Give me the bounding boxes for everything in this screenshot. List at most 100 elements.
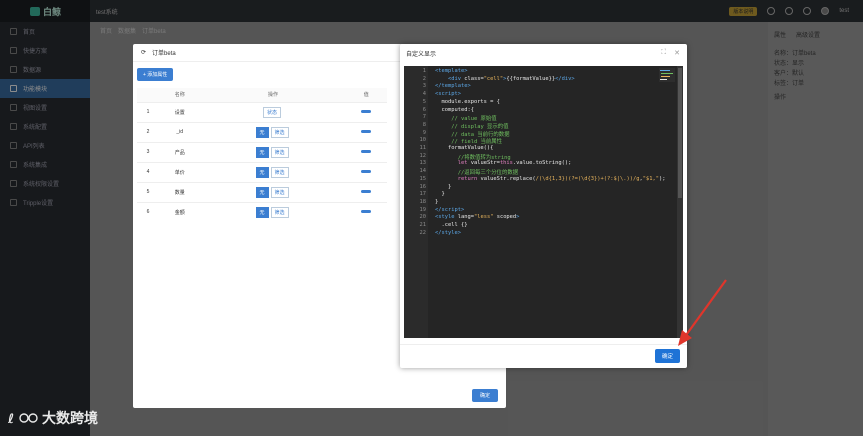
col-header: 操作 [200, 88, 346, 102]
row-number: 1 [137, 101, 159, 122]
row-actions: 无筛选 [200, 161, 346, 182]
code-line[interactable]: } [435, 199, 438, 205]
line-number: 18 [419, 198, 427, 205]
row-action-button[interactable]: 筛选 [270, 166, 289, 178]
row-toggle[interactable] [345, 121, 387, 142]
line-number: 1 [422, 68, 426, 74]
refresh-icon[interactable]: ⟳ [141, 49, 146, 56]
row-name: 设置 [159, 101, 201, 122]
line-number: 6 [422, 106, 426, 113]
dialog-footer [400, 344, 687, 368]
watermark: ℓ 大数跨境 [8, 408, 98, 428]
line-gutter: 1 2 3 4 5 6 7 8 9 10 11 12 13 14 15 16 17 18 19 20 21 22 [404, 66, 428, 338]
toggle[interactable] [361, 210, 372, 214]
line-number: 16 [419, 183, 427, 190]
row-action-button[interactable]: 无 [255, 146, 269, 158]
row-name: 单价 [159, 161, 201, 182]
col-header: 名称 [159, 88, 201, 102]
scroll-thumb[interactable] [678, 68, 682, 198]
table-row[interactable]: 4 单价无筛选 [137, 161, 387, 182]
row-actions: 无筛选 [200, 121, 346, 142]
code-editor[interactable]: 1 2 3 4 5 6 7 8 9 10 11 12 13 14 15 16 17 18 19 20 21 22 <tem… [404, 66, 683, 338]
row-toggle[interactable] [345, 101, 387, 122]
toggle[interactable] [361, 150, 372, 153]
toggle[interactable] [361, 130, 372, 133]
property-table: 名称 操作 值 1 设置 状态 2 _id 无筛选 3 产品无筛选 4 单价无筛选 5 数量无筛选 6 金… [137, 88, 387, 222]
minimap[interactable] [659, 68, 675, 82]
row-toggle[interactable] [345, 181, 387, 202]
confirm-button[interactable]: 确定 [654, 349, 680, 363]
confirm-button[interactable]: 确定 [471, 389, 498, 402]
row-toggle[interactable] [345, 141, 387, 162]
code-line[interactable]: formatValue(){ [435, 145, 493, 151]
row-name: 金额 [159, 201, 201, 222]
code-line[interactable]: </template> [435, 83, 471, 89]
toggle[interactable] [361, 170, 372, 173]
toggle[interactable] [361, 190, 372, 193]
row-action-button[interactable]: 无 [255, 206, 269, 218]
row-actions: 状态 [200, 101, 346, 122]
row-actions: 无筛选 [200, 141, 346, 162]
line-number: 13 [419, 160, 427, 167]
line-number: 15 [419, 175, 427, 182]
line-number: 7 [422, 114, 426, 121]
row-action-button[interactable]: 筛选 [270, 126, 289, 138]
line-number: 20 [419, 214, 427, 221]
line-number: 10 [419, 137, 427, 144]
line-number: 21 [419, 222, 427, 228]
col-header: 值 [345, 88, 387, 102]
row-action-button[interactable]: 筛选 [270, 146, 289, 158]
code-line[interactable]: } [435, 184, 451, 190]
svg-text:ℓ: ℓ [8, 412, 14, 426]
line-number: 8 [422, 121, 426, 128]
red-arrow-annotation [678, 279, 727, 346]
row-actions: 无筛选 [200, 201, 346, 222]
row-number: 2 [137, 121, 159, 142]
code-line[interactable]: <script> [435, 91, 461, 97]
close-icon[interactable]: ✕ [674, 49, 680, 57]
row-number: 4 [137, 161, 159, 182]
line-number: 5 [422, 98, 426, 105]
line-number: 3 [422, 83, 426, 90]
code-line[interactable]: <template> [435, 68, 467, 74]
toggle[interactable] [361, 110, 372, 113]
table-row[interactable]: 6 金额无筛选 [137, 201, 387, 222]
row-toggle[interactable] [345, 161, 387, 182]
code-line[interactable]: </style> [435, 230, 461, 236]
code-line[interactable]: .cell {} [435, 222, 467, 228]
code-line[interactable]: <style lang="less" scoped> [435, 214, 519, 220]
table-row[interactable]: 3 产品无筛选 [137, 141, 387, 162]
row-action-button[interactable]: 无 [255, 166, 269, 178]
line-number: 14 [419, 168, 427, 175]
line-number: 22 [419, 229, 427, 236]
row-number: 5 [137, 181, 159, 202]
row-number: 3 [137, 141, 159, 162]
add-property-button[interactable]: + 添加属性 [137, 68, 174, 81]
code-line[interactable]: </script> [435, 207, 464, 213]
col-header [137, 88, 159, 102]
row-action-button[interactable]: 筛选 [270, 206, 289, 218]
code-line[interactable]: <div class="cell">{{formatValue}}</div> [435, 76, 575, 82]
line-number: 4 [422, 91, 426, 98]
dialog-title: 订单beta [152, 51, 176, 57]
code-line[interactable]: computed:{ [435, 107, 473, 113]
code-line[interactable]: module.exports = { [435, 99, 499, 105]
table-row[interactable]: 1 设置 状态 [137, 101, 387, 122]
row-number: 6 [137, 201, 159, 222]
table-row[interactable]: 5 数量 无筛选 [137, 181, 387, 202]
line-number: 17 [419, 191, 427, 198]
row-name: 产品 [159, 141, 201, 162]
table-row[interactable]: 2 _id 无筛选 [137, 121, 387, 142]
maximize-icon[interactable]: ⛶ [661, 49, 666, 57]
row-action-button[interactable]: 无 [255, 186, 269, 198]
code-line[interactable]: } [435, 191, 444, 197]
row-action-button[interactable]: 无 [255, 126, 269, 138]
code-line[interactable]: let valueStr=this.value.toString(); [435, 160, 572, 166]
row-toggle[interactable] [345, 201, 387, 222]
custom-display-dialog: 自定义显示 ⛶ ✕ 1 2 3 4 5 6 7 8 9 10 11 12 13 14 15 16 17 18 19 2… [400, 44, 687, 368]
row-action-button[interactable]: 筛选 [270, 186, 289, 198]
line-number: 2 [422, 75, 426, 82]
code-line[interactable]: return valueStr.replace(/(\d{1,3})(?=(\d… [435, 176, 666, 182]
row-action-button[interactable]: 状态 [263, 106, 282, 118]
row-name: 数量 [159, 181, 201, 202]
